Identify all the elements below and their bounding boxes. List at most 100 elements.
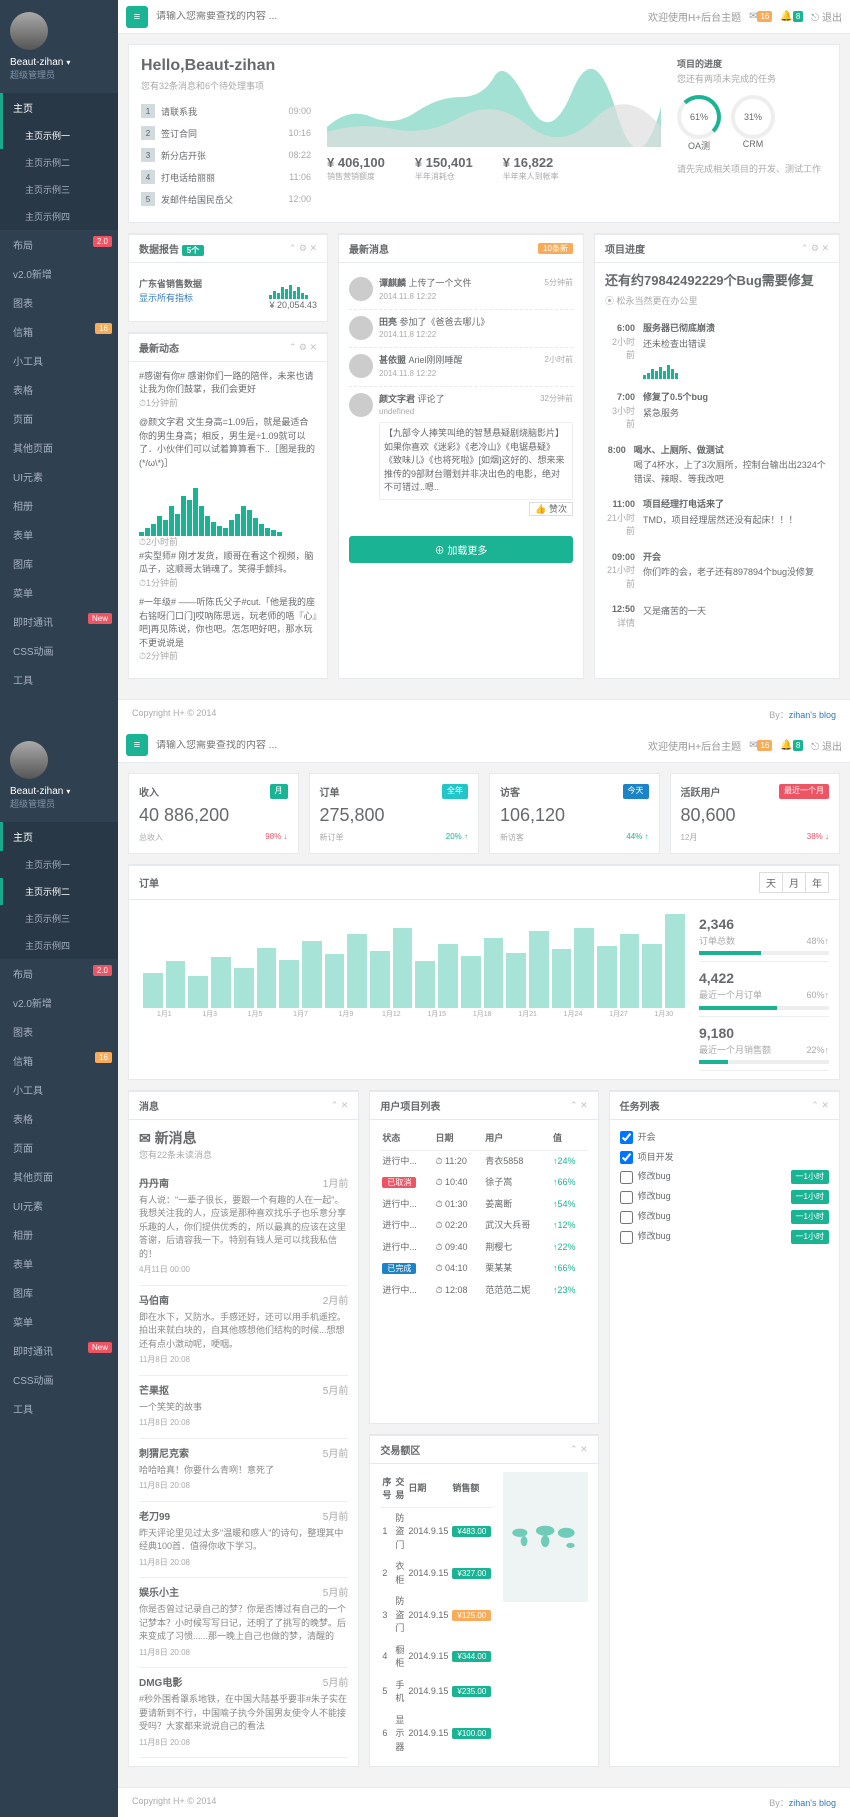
project-row[interactable]: 已取消⏱ 10:40徐子嵩↑66% (380, 1172, 587, 1194)
activity-item: #实型师# 刚才发货，顺哥在看这个视频，脑瓜子，这顺哥太销魂了。笑得手颤抖。⏱1… (139, 550, 317, 591)
hero-stat: ¥ 16,822半年来人到帐率 (503, 155, 559, 182)
message-item[interactable]: DMG电影5月前#秒外围肴罩系地铁，在中国大陆基乎要非#朱子实在要请新到不行，中… (139, 1668, 348, 1758)
tx-row[interactable]: 1防盗门2014.9.15¥483.00 (380, 1507, 493, 1556)
logout-link[interactable]: ⎋ 退出 (811, 738, 842, 753)
footer-link[interactable]: zihan's blog (789, 710, 836, 720)
tx-row[interactable]: 6显示器2014.9.15¥100.00 (380, 1710, 493, 1759)
nav-layout[interactable]: 布局2.0 (0, 230, 118, 259)
timeline-entry: 6:002小时前服务器已彻底崩溃还未检查出错误 (605, 316, 829, 385)
message-item[interactable]: 娱乐小主5月前你是否曾过记录自己的梦？你是否博过有自己的一个记梦本？小时候写写日… (139, 1578, 348, 1668)
nav-pages[interactable]: 页面 (0, 404, 118, 433)
nav-ui[interactable]: UI元素 (0, 462, 118, 491)
task-item[interactable]: 修改bug一1小时 (620, 1187, 829, 1207)
task-checkbox[interactable] (620, 1231, 633, 1244)
task-checkbox[interactable] (620, 1211, 633, 1224)
stat-card: 收入月40 886,200总收入98% ↓ (128, 773, 299, 854)
user-name[interactable]: Beaut-zihan (10, 57, 108, 68)
bell-icon[interactable]: 🔔8 (780, 740, 803, 751)
todo-item[interactable]: 1请联系我09:00 (141, 100, 311, 122)
nav-tools[interactable]: 工具 (0, 665, 118, 694)
nav-charts[interactable]: 图表 (0, 288, 118, 317)
task-checkbox[interactable] (620, 1191, 633, 1204)
activity-item: #一年级# ——听陈氏父子#cut.「他是我的座右铭呀门口门]哎吶陈思远，玩老师… (139, 596, 317, 664)
project-row[interactable]: 进行中...⏱ 09:40荆樱七↑22% (380, 1237, 587, 1259)
progress-title: 项目的进度 (677, 59, 722, 69)
tx-row[interactable]: 3防盗门2014.9.15¥125.00 (380, 1591, 493, 1640)
tx-row[interactable]: 5手机2014.9.15¥235.00 (380, 1675, 493, 1710)
task-item[interactable]: 项目开发 (620, 1148, 829, 1168)
nav-home[interactable]: 主页 (0, 93, 118, 122)
messages-panel: 消息⌃ ✕ ✉ 新消息 您有22条未读消息 丹丹南1月前有人说："一辈子很长，要… (128, 1090, 359, 1767)
search-input[interactable] (148, 11, 648, 22)
avatar-icon (349, 316, 373, 340)
task-checkbox[interactable] (620, 1151, 633, 1164)
message-item[interactable]: 芒果抠5月前一个笑笑的故事11月8日 20:08 (139, 1376, 348, 1439)
tasks-panel: 任务列表⌃ ✕ 开会项目开发修改bug一1小时修改bug一1小时修改bug一1小… (609, 1090, 840, 1767)
menu-toggle-icon[interactable]: ≡ (126, 734, 148, 756)
nav-home-sub-4[interactable]: 主页示例四 (0, 203, 118, 230)
envelope-icon[interactable]: ✉16 (749, 740, 772, 751)
task-checkbox[interactable] (620, 1171, 633, 1184)
timeline-entry: 7:003小时前修复了0.5个bug紧急服务 (605, 385, 829, 438)
nav-tables[interactable]: 表格 (0, 375, 118, 404)
nav-css[interactable]: CSS动画 (0, 636, 118, 665)
sidebar: Beaut-zihan 超级管理员 主页 主页示例一 主页示例二 主页示例三 主… (0, 0, 118, 729)
activity-spark (139, 476, 317, 536)
task-item[interactable]: 修改bug一1小时 (620, 1167, 829, 1187)
sidebar-2: Beaut-zihan 超级管理员 主页 主页示例一 主页示例二 主页示例三 主… (0, 729, 118, 1817)
todo-item[interactable]: 2签订合同10:16 (141, 122, 311, 144)
project-row[interactable]: 进行中...⏱ 11:20青衣5858↑24% (380, 1150, 587, 1172)
hello-title: Hello,Beaut-zihan (141, 57, 311, 75)
donut-crm: 31% (731, 95, 775, 139)
nav-widgets[interactable]: 小工具 (0, 346, 118, 375)
todo-item[interactable]: 5发邮件给国民岳父12:00 (141, 188, 311, 210)
nav-home-sub-3[interactable]: 主页示例三 (0, 176, 118, 203)
nav-home[interactable]: 主页 (0, 822, 118, 851)
nav-inbox[interactable]: 信箱16 (0, 317, 118, 346)
like-button[interactable]: 👍 赞次 (529, 502, 573, 516)
news-item: 颜文字君 评论了 32分钟前undefined【九部令人捧笑叫绝的智慧悬疑剧烧脑… (349, 387, 573, 523)
message-item[interactable]: 刺猬尼克索5月前哈哈哈真！你要什么青咧！意死了11月8日 20:08 (139, 1439, 348, 1502)
project-row[interactable]: 进行中...⏱ 01:30姜离断↑54% (380, 1194, 587, 1216)
nav-forms[interactable]: 表单 (0, 520, 118, 549)
nav-other[interactable]: 其他页面 (0, 433, 118, 462)
load-more-button[interactable]: ⊕ 加载更多 (349, 536, 573, 563)
nav-album[interactable]: 相册 (0, 491, 118, 520)
bell-icon[interactable]: 🔔8 (780, 11, 803, 22)
activity-panel: 最新动态⌃ ⚙ ✕ #感谢有你# 感谢你们一路的陪伴，未来也请让我为你们鼓掌，我… (128, 332, 328, 679)
nav-home-sub-1[interactable]: 主页示例一 (0, 122, 118, 149)
todo-item[interactable]: 3新分店开张08:22 (141, 144, 311, 166)
nav-v2[interactable]: v2.0新增 (0, 259, 118, 288)
task-item[interactable]: 开会 (620, 1128, 829, 1148)
task-item[interactable]: 修改bug一1小时 (620, 1207, 829, 1227)
logout-link[interactable]: ⎋ 退出 (811, 9, 842, 24)
stat-card: 活跃用户最近一个月80,60012月38% ↓ (670, 773, 841, 854)
nav-gallery[interactable]: 图库 (0, 549, 118, 578)
news-item: 田亮 参加了《爸爸去哪儿》 2014.11.8 12:22 (349, 310, 573, 349)
task-item[interactable]: 修改bug一1小时 (620, 1227, 829, 1247)
tx-row[interactable]: 2衣柜2014.9.15¥327.00 (380, 1556, 493, 1591)
message-item[interactable]: 老刀995月前昨天评论里见过太多"温暖和感人"的诗句，整理其中经典100首．值得… (139, 1502, 348, 1579)
orders-panel: 订单 天 月 年 1月11月31月51月71月91月121月151月181月21… (128, 864, 840, 1081)
message-item[interactable]: 马伯南2月前即在水下，又防水。手感还好，还可以用手机遥控。拍出来就白块的，自其他… (139, 1286, 348, 1376)
hero-stat: ¥ 406,100销售营销额度 (327, 155, 385, 182)
message-item[interactable]: 丹丹南1月前有人说："一辈子很长，要跟一个有趣的人在一起"。我想关注我的人，应该… (139, 1169, 348, 1286)
area-chart (327, 57, 661, 147)
stat-card: 订单全年275,800新订单20% ↑ (309, 773, 480, 854)
avatar (10, 12, 48, 50)
nav-chat[interactable]: 即时通讯New (0, 607, 118, 636)
progress-foot: 请先完成相关项目的开发、测试工作 (677, 162, 827, 175)
task-checkbox[interactable] (620, 1131, 633, 1144)
project-row[interactable]: 进行中...⏱ 02:20武汉大兵哥↑12% (380, 1215, 587, 1237)
nav-home-sub-2[interactable]: 主页示例二 (0, 149, 118, 176)
orders-tabs[interactable]: 天 月 年 (759, 872, 829, 893)
envelope-icon[interactable]: ✉16 (749, 11, 772, 22)
activity-item: @颜文字君 文生身高=1.09后，就是最适合你的男生身高；相反，男生是÷1.09… (139, 416, 317, 470)
menu-toggle-icon[interactable]: ≡ (126, 6, 148, 28)
project-row[interactable]: 进行中...⏱ 12:08范范范二妮↑23% (380, 1280, 587, 1302)
project-row[interactable]: 已完成⏱ 04:10栗某某↑66% (380, 1258, 587, 1280)
nav-menu[interactable]: 菜单 (0, 578, 118, 607)
todo-item[interactable]: 4打电话给丽丽11:06 (141, 166, 311, 188)
tx-row[interactable]: 4橱柜2014.9.15¥344.00 (380, 1640, 493, 1675)
panel-tools[interactable]: ⌃ ⚙ ✕ (289, 243, 317, 254)
